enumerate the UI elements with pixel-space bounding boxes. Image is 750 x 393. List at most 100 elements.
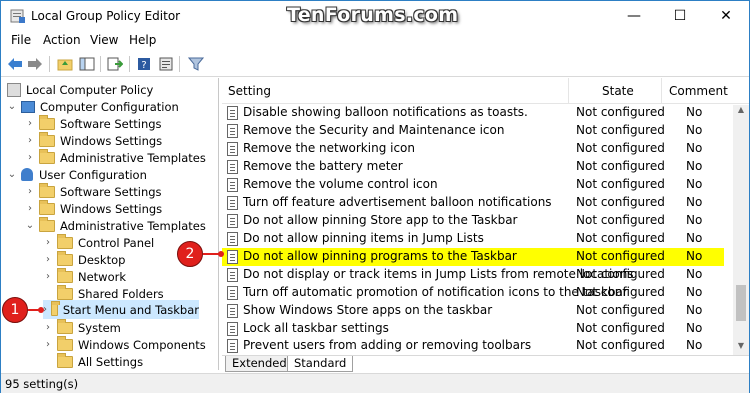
tree-item-all-settings[interactable]: All Settings [43,352,143,370]
tree-item-control-panel[interactable]: › Control Panel [43,233,154,251]
scroll-down-icon[interactable]: ▼ [733,341,749,355]
chevron-right-icon[interactable]: › [43,271,53,282]
table-row[interactable]: Do not allow pinning Store app to the Ta… [222,212,732,230]
tree-item-label: Shared Folders [78,286,164,301]
table-row[interactable]: Remove the volume control icon Not confi… [222,176,732,194]
maximize-icon: ☐ [673,8,687,24]
policy-setting-icon [227,232,238,246]
help-button[interactable]: ? [135,55,153,73]
folder-icon [57,250,73,266]
setting-name: Do not allow pinning items in Jump Lists [243,231,484,245]
tree-item-local-computer-policy[interactable]: Local Computer Policy [7,81,153,98]
tab-standard[interactable]: Standard [287,356,354,372]
chevron-right-icon[interactable]: › [43,339,53,350]
column-divider[interactable] [568,78,569,104]
tree-item-software-settings[interactable]: › Software Settings [25,182,162,200]
tree-item-system[interactable]: › System [43,318,121,336]
column-divider[interactable] [661,78,662,104]
vertical-scrollbar[interactable]: ▲ ▼ [733,105,749,355]
setting-state: Not configured [576,303,665,317]
table-row[interactable]: Remove the Security and Maintenance icon… [222,122,732,140]
folder-icon [57,284,73,300]
table-row[interactable]: Do not display or track items in Jump Li… [222,266,732,284]
column-header-comment[interactable]: Comment [669,84,728,98]
table-row[interactable]: Lock all taskbar settings Not configured… [222,320,732,338]
table-row[interactable]: Disable showing balloon notifications as… [222,104,732,122]
policy-setting-icon [227,124,238,138]
tree-item-computer-configuration[interactable]: ⌄ Computer Configuration [7,98,179,115]
tree-item-user-configuration[interactable]: ⌄ User Configuration [7,166,147,183]
menu-action[interactable]: Action [43,33,81,47]
setting-name: Prevent users from adding or removing to… [243,338,532,352]
setting-name: Remove the volume control icon [243,177,438,191]
tree-item-administrative-templates[interactable]: › Administrative Templates [25,148,206,166]
tree-item-start-menu-and-taskbar[interactable]: › Start Menu and Taskbar [43,300,199,319]
tree-item-label: Administrative Templates [60,150,206,165]
toolbar: ? [1,51,749,77]
table-row-highlighted[interactable]: Do not allow pinning programs to the Tas… [222,248,724,266]
chevron-right-icon[interactable]: › [43,237,53,248]
setting-comment: No [686,195,703,209]
setting-state: Not configured [576,159,665,173]
table-row[interactable]: Turn off automatic promotion of notifica… [222,284,732,302]
setting-state: Not configured [576,141,665,155]
back-button[interactable] [6,55,24,73]
table-row[interactable]: Remove the networking icon Not configure… [222,140,732,158]
menu-file[interactable]: File [11,33,31,47]
chevron-right-icon[interactable]: › [25,118,35,129]
forward-button[interactable] [26,55,44,73]
tree-item-network[interactable]: › Network [43,267,126,285]
filter-button[interactable] [187,55,205,73]
scrollbar-thumb[interactable] [736,285,746,321]
chevron-right-icon[interactable]: › [25,203,35,214]
export-list-button[interactable] [106,55,124,73]
folder-icon [57,267,73,283]
maximize-button[interactable]: ☐ [657,1,703,31]
setting-name: Do not allow pinning Store app to the Ta… [243,213,518,227]
menu-view[interactable]: View [90,33,118,47]
table-row[interactable]: Do not allow pinning items in Jump Lists… [222,230,732,248]
minimize-button[interactable]: — [611,1,657,31]
toolbar-separator [179,56,180,72]
chevron-right-icon[interactable]: › [25,186,35,197]
setting-name: Turn off feature advertisement balloon n… [243,195,552,209]
folder-icon [39,199,55,215]
tree-item-windows-components[interactable]: › Windows Components [43,335,206,353]
chevron-right-icon[interactable]: › [43,254,53,265]
tree-item-administrative-templates[interactable]: ⌄ Administrative Templates [25,216,206,234]
chevron-down-icon[interactable]: ⌄ [7,101,17,112]
tree-item-label: Software Settings [60,116,162,131]
table-row[interactable]: Turn off feature advertisement balloon n… [222,194,732,212]
chevron-down-icon[interactable]: ⌄ [25,220,35,231]
tree-item-windows-settings[interactable]: › Windows Settings [25,131,162,149]
setting-state: Not configured [576,177,665,191]
menu-help[interactable]: Help [129,33,156,47]
tree-item-desktop[interactable]: › Desktop [43,250,125,268]
table-row[interactable]: Show Windows Store apps on the taskbar N… [222,302,732,320]
column-header-state[interactable]: State [602,84,634,98]
chevron-down-icon[interactable]: ⌄ [7,169,17,180]
table-row[interactable]: Prevent users from adding or removing to… [222,337,732,355]
show-hide-tree-button[interactable] [78,55,96,73]
tab-extended[interactable]: Extended [225,356,294,372]
computer-icon [21,100,35,113]
up-folder-button[interactable] [56,55,74,73]
table-row[interactable]: Remove the battery meter Not configured … [222,158,732,176]
tree-item-software-settings[interactable]: › Software Settings [25,114,162,132]
chevron-right-icon[interactable]: › [25,135,35,146]
show-hide-tree-icon [79,57,95,71]
setting-comment: No [686,213,703,227]
setting-name: Show Windows Store apps on the taskbar [243,303,493,317]
close-button[interactable]: ✕ [703,1,749,31]
column-header-setting[interactable]: Setting [228,84,271,98]
tree-item-windows-settings[interactable]: › Windows Settings [25,199,162,217]
properties-button[interactable] [157,55,175,73]
tree-item-label: Start Menu and Taskbar [62,302,199,317]
policy-setting-icon [227,160,238,174]
chevron-right-icon[interactable]: › [43,322,53,333]
setting-name: Do not display or track items in Jump Li… [243,267,634,281]
setting-state: Not configured [576,338,665,352]
scroll-up-icon[interactable]: ▲ [733,105,749,119]
chevron-right-icon[interactable]: › [25,152,35,163]
setting-state: Not configured [576,231,665,245]
